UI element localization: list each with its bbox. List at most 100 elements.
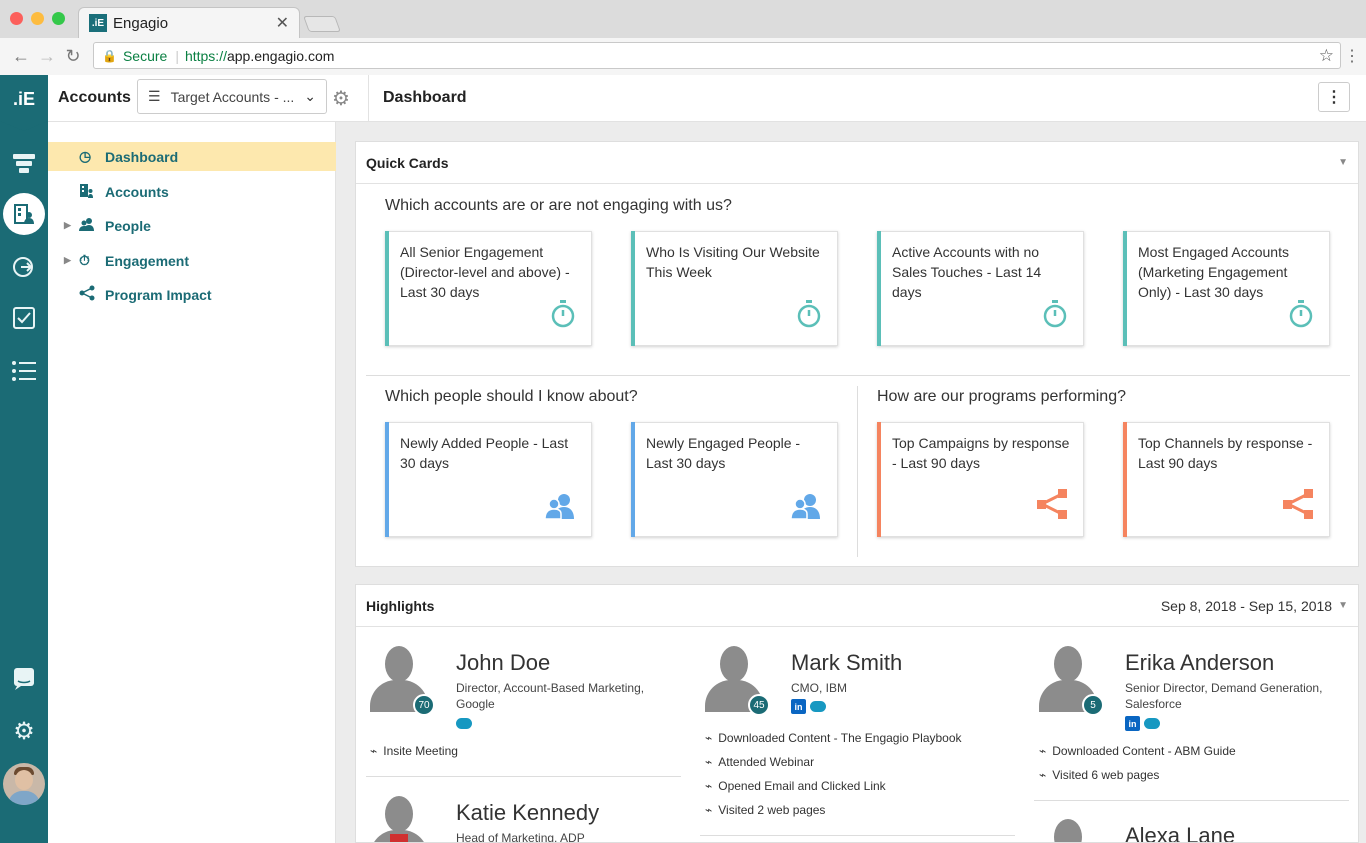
window-controls (10, 12, 65, 25)
quick-card-label: Newly Engaged People - Last 30 days (646, 435, 801, 471)
sidebar-item-accounts[interactable]: Accounts (48, 177, 336, 206)
quick-card[interactable]: Who Is Visiting Our Website This Week (631, 231, 838, 346)
quick-card-label: Top Campaigns by response - Last 90 days (892, 435, 1070, 471)
person-name[interactable]: Erika Anderson (1125, 650, 1274, 676)
address-bar[interactable]: 🔒 Secure | https:// app.engagio.com ☆ (93, 42, 1341, 69)
quick-card-label: Active Accounts with no Sales Touches - … (892, 244, 1042, 300)
sidebar-item-engagement[interactable]: ▶ ⏱ Engagement (48, 246, 336, 275)
app-rail: .iE ⚙ (0, 75, 48, 843)
more-options-button[interactable]: ⋮ (1318, 82, 1350, 112)
settings-gear-icon[interactable]: ⚙ (10, 717, 38, 745)
person-title: CMO, IBM (791, 681, 847, 695)
linkedin-icon[interactable]: in (791, 699, 806, 714)
main-content: Quick Cards ▼ Which accounts are or are … (336, 122, 1366, 843)
url-separator: | (175, 47, 179, 64)
forward-icon[interactable]: → (34, 46, 60, 67)
list-icon[interactable] (10, 357, 38, 385)
activity-item: ⌁ Downloaded Content - The Engagio Playbo… (705, 731, 962, 745)
highlight-person[interactable]: 45 Mark Smith CMO, IBM in ⌁ Downloaded Co… (705, 646, 1025, 836)
selector-value: Target Accounts - ... (170, 88, 295, 105)
close-window-button[interactable] (10, 12, 23, 25)
sidebar-item-program-impact[interactable]: Program Impact (48, 280, 336, 309)
collapse-caret-icon[interactable]: ▼ (1338, 157, 1348, 168)
bookmark-star-icon[interactable]: ☆ (1319, 46, 1334, 66)
quick-cards-header[interactable]: Quick Cards ▼ (356, 142, 1358, 184)
chevron-down-icon: ⌄ (304, 88, 316, 104)
highlight-person[interactable]: 5 Erika Anderson Senior Director, Demand… (1039, 646, 1358, 782)
quick-card-label: All Senior Engagement (Director-level an… (400, 244, 570, 300)
panel-title: Highlights (366, 597, 435, 614)
sidebar-item-label: Accounts (105, 183, 169, 200)
quick-card[interactable]: Newly Engaged People - Last 30 days (631, 422, 838, 537)
quick-card[interactable]: Newly Added People - Last 30 days (385, 422, 592, 537)
browser-tab[interactable]: .iE Engagio ✕ (78, 7, 300, 38)
date-range-caret-icon[interactable]: ▼ (1338, 600, 1348, 611)
chat-icon[interactable] (10, 665, 38, 693)
reload-icon[interactable]: ↻ (60, 46, 86, 67)
user-avatar[interactable] (3, 763, 45, 805)
person-name[interactable]: Katie Kennedy (456, 800, 599, 826)
quick-cards-panel: Quick Cards ▼ Which accounts are or are … (355, 141, 1359, 567)
back-icon[interactable]: ← (8, 46, 34, 67)
sidebar-item-dashboard[interactable]: ◷ Dashboard (48, 142, 336, 171)
new-tab-button[interactable] (303, 16, 341, 32)
engagio-favicon-icon: .iE (89, 14, 107, 32)
share-nodes-icon (1283, 489, 1313, 522)
expand-caret-icon[interactable]: ▶ (64, 220, 71, 231)
section-divider-vertical (857, 386, 858, 557)
quick-card[interactable]: Top Channels by response - Last 90 days (1123, 422, 1330, 537)
linkedin-icon[interactable]: in (1125, 716, 1140, 731)
section-question: How are our programs performing? (877, 388, 1126, 405)
quick-card-label: Newly Added People - Last 30 days (400, 435, 569, 471)
quick-card[interactable]: Top Campaigns by response - Last 90 days (877, 422, 1084, 537)
activity-item: ⌁ Attended Webinar (705, 755, 815, 769)
quick-card[interactable]: Most Engaged Accounts (Marketing Engagem… (1123, 231, 1330, 346)
activity-item: ⌁ Downloaded Content - ABM Guide (1039, 744, 1236, 758)
date-range[interactable]: Sep 8, 2018 - Sep 15, 2018 (1161, 598, 1332, 614)
salesforce-icon[interactable] (456, 718, 472, 729)
stopwatch-icon (797, 300, 821, 331)
building-icon (79, 183, 94, 201)
activity-pulse-icon: ⌁ (705, 755, 713, 769)
activity-pulse-icon: ⌁ (705, 731, 713, 745)
list-settings-gear-icon[interactable]: ⚙ (332, 86, 350, 111)
salesforce-icon[interactable] (810, 701, 826, 712)
highlight-person[interactable]: Alexa Lane (1039, 819, 1358, 842)
section-question: Which people should I know about? (385, 388, 638, 405)
activity-item: ⌁ Insite Meeting (370, 744, 458, 758)
highlight-person[interactable]: 70 John Doe Director, Account-Based Mark… (370, 646, 690, 766)
highlight-person[interactable]: Katie Kennedy Head of Marketing, ADP (370, 796, 690, 843)
sidebar-nav: ◷ Dashboard Accounts ▶ People ▶ ⏱ Engage… (48, 122, 336, 843)
person-title: Head of Marketing, ADP (456, 831, 585, 843)
arrow-circle-icon[interactable] (10, 253, 38, 281)
tab-close-icon[interactable]: ✕ (276, 13, 289, 33)
stopwatch-icon (551, 300, 575, 331)
engagement-score-badge: 70 (413, 694, 435, 716)
funnel-icon[interactable] (10, 149, 38, 177)
browser-menu-icon[interactable]: ⋮ (1344, 46, 1360, 66)
share-nodes-icon (1037, 489, 1067, 522)
maximize-window-button[interactable] (52, 12, 65, 25)
app-header: Accounts ☰ Target Accounts - ... ⌄ ⚙ Das… (48, 75, 1366, 122)
quick-card-label: Most Engaged Accounts (Marketing Engagem… (1138, 244, 1289, 300)
accounts-rail-icon[interactable] (3, 193, 45, 235)
sidebar-item-label: Engagement (105, 252, 190, 269)
checkbox-icon[interactable] (10, 304, 38, 332)
person-avatar (1039, 819, 1097, 842)
expand-caret-icon[interactable]: ▶ (64, 255, 71, 266)
quick-card[interactable]: Active Accounts with no Sales Touches - … (877, 231, 1084, 346)
highlights-header: Highlights Sep 8, 2018 - Sep 15, 2018 ▼ (356, 585, 1358, 627)
person-name[interactable]: Mark Smith (791, 650, 902, 676)
person-name[interactable]: Alexa Lane (1125, 823, 1235, 842)
salesforce-icon[interactable] (1144, 718, 1160, 729)
list-icon: ☰ (148, 88, 161, 104)
minimize-window-button[interactable] (31, 12, 44, 25)
browser-toolbar: ← → ↻ 🔒 Secure | https:// app.engagio.co… (0, 38, 1366, 75)
sidebar-item-people[interactable]: ▶ People (48, 211, 336, 240)
quick-card[interactable]: All Senior Engagement (Director-level an… (385, 231, 592, 346)
engagio-logo-icon[interactable]: .iE (0, 75, 48, 123)
person-name[interactable]: John Doe (456, 650, 550, 676)
target-accounts-selector[interactable]: ☰ Target Accounts - ... ⌄ (137, 79, 327, 114)
quick-card-label: Top Channels by response - Last 90 days (1138, 435, 1313, 471)
activity-item: ⌁ Opened Email and Clicked Link (705, 779, 886, 793)
